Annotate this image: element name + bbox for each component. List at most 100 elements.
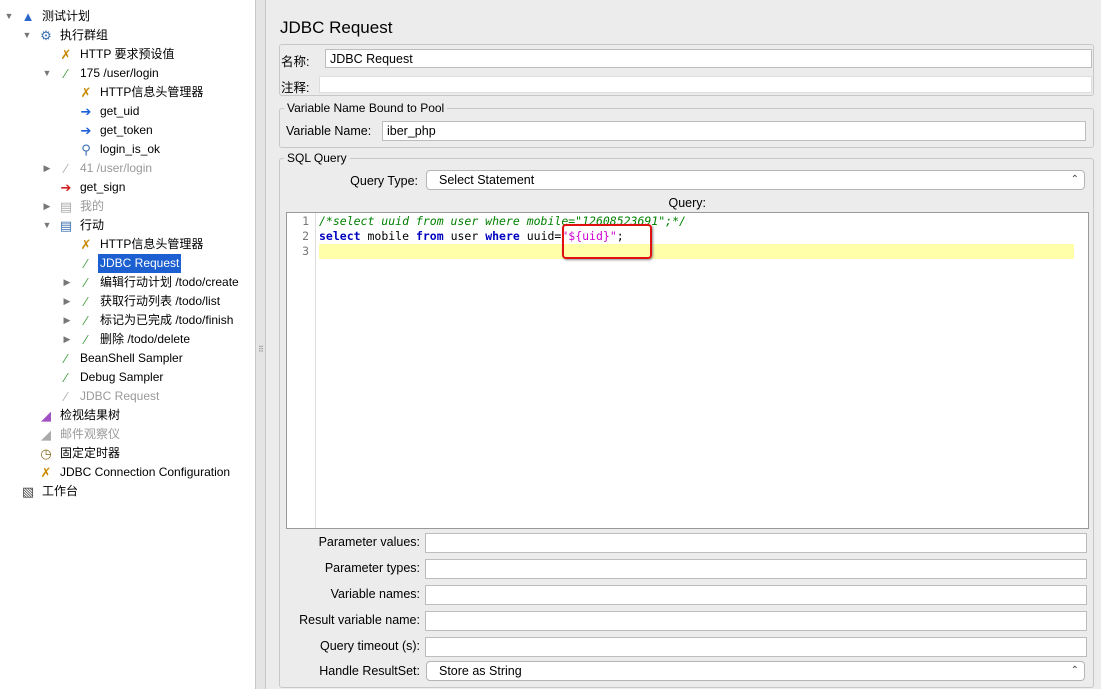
- collapse-toggle-icon[interactable]: ▶: [62, 273, 72, 292]
- tree-node-label: Debug Sampler: [80, 370, 164, 384]
- tree-node-label: 175 /user/login: [80, 66, 159, 80]
- tree-node[interactable]: ⁄ JDBC Request: [78, 254, 182, 273]
- tools-icon: ✗: [60, 46, 72, 62]
- code-line-3-current: [319, 244, 1074, 259]
- field-input[interactable]: [425, 637, 1087, 657]
- collapse-toggle-icon[interactable]: ▶: [62, 311, 72, 330]
- field-input[interactable]: [425, 611, 1087, 631]
- magnifier-icon: ⚲: [81, 141, 91, 157]
- tree-node-label: get_sign: [80, 180, 126, 194]
- tree-node-label: 编辑行动计划 /todo/create: [100, 275, 239, 289]
- pipette-icon: ⁄: [64, 65, 68, 81]
- extractor-icon: ➔: [80, 122, 92, 138]
- expand-toggle-icon[interactable]: ▼: [22, 26, 32, 45]
- field-label: Parameter types:: [324, 561, 420, 575]
- line-number: 3: [302, 244, 309, 258]
- tree-node[interactable]: ⁄ JDBC Request: [58, 387, 161, 406]
- jdbc-request-panel: JDBC Request 名称: JDBC Request 注释: Variab…: [266, 0, 1101, 689]
- tree-node[interactable]: ◷ 固定定时器: [38, 444, 122, 463]
- field-input[interactable]: [425, 533, 1087, 553]
- tree-node[interactable]: ▶ ⁄ 标记为已完成 /todo/finish: [64, 311, 235, 330]
- query-label: Query:: [668, 196, 706, 210]
- field-input[interactable]: [425, 559, 1087, 579]
- tree-node[interactable]: ✗ JDBC Connection Configuration: [38, 463, 232, 482]
- tree-node-label: HTTP 要求预设值: [80, 47, 175, 61]
- chevron-updown-icon: ⌃: [1070, 665, 1079, 676]
- controller-icon: ▤: [59, 217, 73, 233]
- splitter-handle-icon[interactable]: ⠿: [258, 345, 264, 354]
- tree-node[interactable]: ▼ ⚙ 执行群组: [23, 26, 110, 45]
- expand-toggle-icon[interactable]: ▼: [42, 216, 52, 235]
- tree-node[interactable]: ▶ ⁄ 获取行动列表 /todo/list: [64, 292, 222, 311]
- tree-node[interactable]: ✗ HTTP 要求预设值: [58, 45, 176, 64]
- controller-icon: ▤: [59, 198, 73, 214]
- tree-node[interactable]: ➔ get_uid: [78, 102, 141, 121]
- code-text: user: [443, 229, 486, 243]
- code-text: uuid=: [519, 229, 562, 243]
- timer-icon: ◷: [40, 445, 52, 461]
- pipette-icon: ⁄: [84, 312, 88, 328]
- tree-node[interactable]: ▼ ⁄ 175 /user/login: [43, 64, 161, 83]
- tree-node[interactable]: ⚲ login_is_ok: [78, 140, 162, 159]
- tree-node[interactable]: ➔ get_token: [78, 121, 155, 140]
- tree-node-label: HTTP信息头管理器: [100, 85, 204, 99]
- pool-input[interactable]: iber_php: [382, 121, 1086, 141]
- keyword: from: [415, 229, 444, 243]
- name-input[interactable]: JDBC Request: [325, 49, 1092, 68]
- field-label: Query timeout (s):: [319, 639, 420, 653]
- tree-node-label: get_uid: [100, 104, 140, 118]
- tree-node-label: 测试计划: [42, 9, 91, 23]
- tree-node[interactable]: ▶ ⁄ 41 /user/login: [44, 159, 154, 178]
- test-plan-tree[interactable]: ▼ ▲ 测试计划 ▼ ⚙ 执行群组 ✗ HTTP 要求预设值 ▼ ⁄ 175 /user/login…: [0, 0, 256, 689]
- tree-node-label: 41 /user/login: [80, 161, 153, 175]
- tree-node[interactable]: ⁄ Debug Sampler: [58, 368, 165, 387]
- code-line-2: select mobile from user where uuid="${ui…: [319, 229, 1074, 244]
- line-number: 2: [302, 229, 309, 243]
- tree-node[interactable]: ✗ HTTP信息头管理器: [78, 83, 205, 102]
- tree-node[interactable]: ◢ 邮件观察仪: [38, 425, 122, 444]
- tree-node[interactable]: ⁄ BeanShell Sampler: [58, 349, 185, 368]
- tree-node[interactable]: ▼ ▤ 行动: [43, 216, 106, 235]
- line-number-gutter: 1 2 3: [287, 213, 316, 528]
- chevron-updown-icon: ⌃: [1070, 174, 1079, 185]
- tree-node-label: BeanShell Sampler: [80, 351, 183, 365]
- chart-icon: ◢: [41, 426, 51, 442]
- query-type-select[interactable]: Select Statement ⌃: [426, 170, 1085, 190]
- tools-icon: ✗: [80, 84, 92, 100]
- tree-node[interactable]: ✗ HTTP信息头管理器: [78, 235, 205, 254]
- query-editor[interactable]: 1 2 3 /*select uuid from user where mobi…: [286, 212, 1089, 529]
- tree-node[interactable]: ➔ get_sign: [58, 178, 127, 197]
- workbench-icon: ▧: [21, 483, 35, 499]
- collapse-toggle-icon[interactable]: ▶: [42, 197, 52, 216]
- gear-icon: ⚙: [40, 27, 52, 43]
- extractor-icon: ➔: [80, 103, 92, 119]
- query-type-label: Query Type:: [350, 174, 418, 188]
- pool-label: Variable Name:: [286, 124, 372, 138]
- field-input[interactable]: [425, 585, 1087, 605]
- collapse-toggle-icon[interactable]: ▶: [62, 292, 72, 311]
- tree-node-label: HTTP信息头管理器: [100, 237, 204, 251]
- splitter[interactable]: ⠿: [256, 0, 266, 689]
- collapse-toggle-icon[interactable]: ▶: [62, 330, 72, 349]
- chart-icon: ◢: [41, 407, 51, 423]
- tools-icon: ✗: [40, 464, 52, 480]
- tree-node[interactable]: ▶ ⁄ 编辑行动计划 /todo/create: [64, 273, 241, 292]
- collapse-toggle-icon[interactable]: ▶: [42, 159, 52, 178]
- resultset-value: Store as String: [439, 664, 522, 678]
- tree-node[interactable]: ▶ ⁄ 删除 /todo/delete: [64, 330, 192, 349]
- expand-toggle-icon[interactable]: ▼: [42, 64, 52, 83]
- tree-node[interactable]: ▧ 工作台: [20, 482, 80, 501]
- resultset-label: Handle ResultSet:: [319, 664, 420, 678]
- resultset-select[interactable]: Store as String ⌃: [426, 661, 1085, 681]
- tree-node[interactable]: ▶ ▤ 我的: [44, 197, 106, 216]
- tree-node-label: login_is_ok: [100, 142, 161, 156]
- tree-node[interactable]: ◢ 检视结果树: [38, 406, 122, 425]
- keyword: select: [319, 229, 361, 243]
- field-label: Result variable name:: [299, 613, 420, 627]
- tree-node-label: JDBC Request: [80, 389, 160, 403]
- highlight-annotation-box: [562, 224, 652, 259]
- expand-toggle-icon[interactable]: ▼: [4, 7, 14, 26]
- comment-input[interactable]: [319, 76, 1092, 93]
- tree-node-label: 行动: [80, 218, 105, 232]
- tree-node[interactable]: ▼ ▲ 测试计划: [5, 7, 92, 26]
